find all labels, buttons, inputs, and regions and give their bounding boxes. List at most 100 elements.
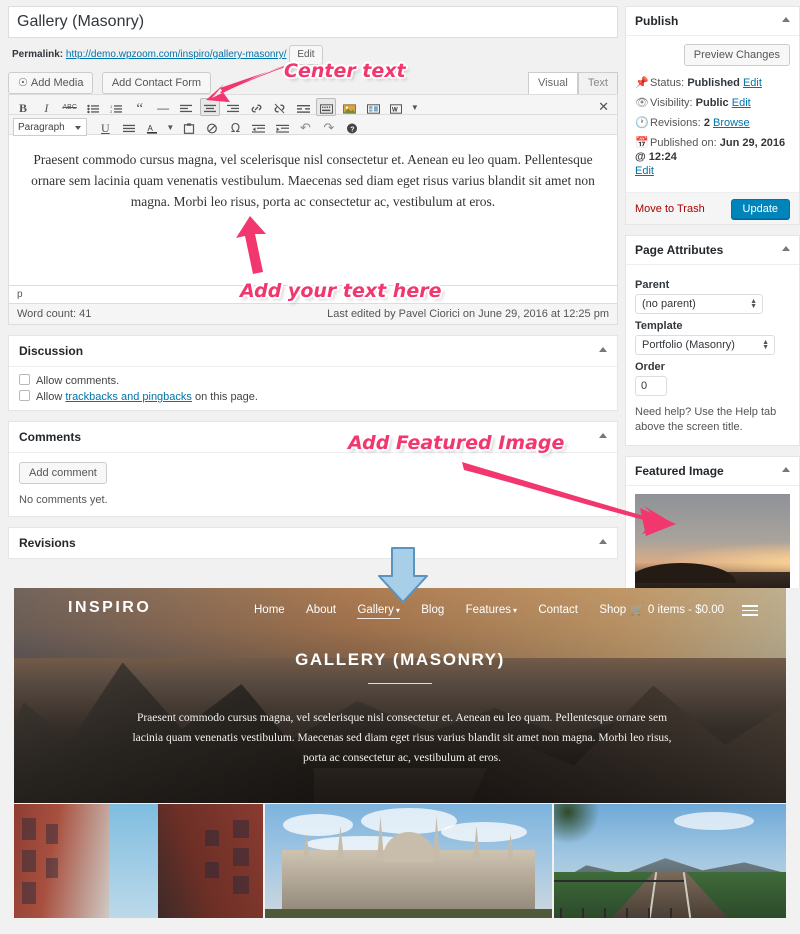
revisions-browse-link[interactable]: Browse xyxy=(713,117,750,129)
wpzoom-shortcode-icon[interactable]: W xyxy=(387,98,407,116)
revisions-title: Revisions xyxy=(19,536,76,550)
last-edited-info: Last edited by Pavel Ciorici on June 29,… xyxy=(327,308,609,320)
wordpress-admin-editor: Permalink: http://demo.wpzoom.com/inspir… xyxy=(0,0,800,613)
menu-item-about[interactable]: About xyxy=(306,604,336,616)
discussion-title: Discussion xyxy=(19,344,84,358)
trackbacks-pingbacks-link[interactable]: trackbacks and pingbacks xyxy=(65,391,192,403)
menu-item-features[interactable]: Features ▾ xyxy=(466,604,517,616)
editor-toolbar-row-2: Paragraph U A ▼ Ω ↶ ↷ ? xyxy=(9,115,617,136)
foliage xyxy=(554,804,600,844)
published-edit-link[interactable]: Edit xyxy=(635,165,654,177)
underline-icon[interactable]: U xyxy=(95,118,115,136)
increase-indent-icon[interactable] xyxy=(272,118,292,136)
page-title-input[interactable] xyxy=(8,6,618,38)
allow-trackbacks-checkbox[interactable] xyxy=(19,390,30,401)
text-color-icon[interactable]: A xyxy=(142,118,162,136)
gallery-image-urban-buildings[interactable] xyxy=(14,804,263,918)
chevron-up-icon[interactable] xyxy=(782,467,790,472)
site-logo[interactable]: INSPIRO xyxy=(68,599,151,617)
parent-select[interactable]: (no parent) ▲ ▼ xyxy=(635,294,763,314)
gallery-image-gothic-cathedral[interactable] xyxy=(265,804,552,918)
chevron-up-icon[interactable] xyxy=(599,347,607,352)
chevron-up-icon[interactable] xyxy=(599,433,607,438)
select-arrows-icon: ▲ ▼ xyxy=(762,339,769,351)
annotation-blue-down-arrow xyxy=(378,547,428,603)
discussion-panel-header[interactable]: Discussion xyxy=(9,336,617,367)
site-preview: INSPIRO Home About Gallery ▾ Blog Feature… xyxy=(0,588,800,934)
template-select[interactable]: Portfolio (Masonry) ▲ ▼ xyxy=(635,335,775,355)
menu-item-gallery[interactable]: Gallery ▾ xyxy=(357,604,400,619)
calendar-icon: 📅 xyxy=(635,137,649,149)
chevron-down-icon: ▾ xyxy=(395,606,400,615)
paste-as-text-icon[interactable] xyxy=(179,118,199,136)
paragraph-format-select[interactable]: Paragraph xyxy=(13,118,87,136)
gallery-image-railway-mountains[interactable] xyxy=(554,804,786,918)
tab-visual[interactable]: Visual xyxy=(528,72,578,94)
chevron-up-icon[interactable] xyxy=(782,246,790,251)
blockquote-icon[interactable]: “ xyxy=(130,98,150,117)
paragraph-format-label: Paragraph xyxy=(18,122,65,133)
order-input[interactable] xyxy=(635,376,667,396)
strikethrough-icon[interactable]: ABC xyxy=(60,98,80,116)
menu-label: Shop xyxy=(599,604,627,616)
bold-icon[interactable]: B xyxy=(13,98,33,116)
bulleted-list-icon[interactable] xyxy=(83,98,103,116)
preview-changes-button[interactable]: Preview Changes xyxy=(683,44,790,66)
page-attributes-panel: Page Attributes Parent (no parent) ▲ ▼ Te… xyxy=(625,235,800,446)
special-character-icon[interactable]: Ω xyxy=(225,118,245,136)
horizontal-rule-icon[interactable]: — xyxy=(153,98,173,116)
menu-label: Features xyxy=(465,604,511,616)
menu-label: Contact xyxy=(538,604,578,616)
masonry-gallery xyxy=(14,804,786,918)
update-button[interactable]: Update xyxy=(730,199,790,219)
annotation-add-featured-image: Add Featured Image xyxy=(348,432,565,454)
redo-icon[interactable]: ↷ xyxy=(319,118,339,136)
svg-text:A: A xyxy=(148,124,154,133)
undo-icon[interactable]: ↶ xyxy=(295,118,315,136)
parent-label: Parent xyxy=(635,279,670,291)
toggle-toolbar-icon[interactable] xyxy=(316,98,337,116)
discussion-panel: Discussion Allow comments. Allow trackba… xyxy=(8,335,618,411)
numbered-list-icon[interactable]: 12 xyxy=(106,98,126,116)
add-media-button[interactable]: ☉ Add Media xyxy=(8,72,94,94)
comments-title: Comments xyxy=(19,430,82,444)
allow-comments-checkbox[interactable] xyxy=(19,374,30,385)
chevron-down-icon[interactable]: ▼ xyxy=(165,123,175,132)
allow-trackbacks-row: Allow trackbacks and pingbacks on this p… xyxy=(19,390,607,403)
chevron-up-icon[interactable] xyxy=(599,539,607,544)
editor-mode-tabs: Visual Text xyxy=(528,72,618,94)
select-arrows-icon: ▲ ▼ xyxy=(750,298,757,310)
visibility-edit-link[interactable]: Edit xyxy=(732,97,751,109)
hamburger-menu-icon[interactable] xyxy=(742,602,758,619)
cart-widget[interactable]: 🛒 0 items - $0.00 xyxy=(630,602,724,616)
move-to-trash-link[interactable]: Move to Trash xyxy=(635,203,705,215)
tab-text[interactable]: Text xyxy=(577,72,618,94)
status-value: Published xyxy=(687,77,740,89)
add-contact-form-label: Add Contact Form xyxy=(111,77,202,89)
annotation-arrow-add-text xyxy=(236,216,266,274)
menu-item-home[interactable]: Home xyxy=(254,604,285,616)
add-comment-button[interactable]: Add comment xyxy=(19,462,107,484)
decrease-indent-icon[interactable] xyxy=(249,118,269,136)
slider-icon[interactable] xyxy=(340,98,360,116)
chevron-down-icon[interactable]: ▼ xyxy=(410,103,420,112)
menu-label: About xyxy=(306,604,337,616)
chevron-up-icon[interactable] xyxy=(782,17,790,22)
clear-formatting-icon[interactable] xyxy=(202,118,222,136)
justify-icon[interactable] xyxy=(119,118,139,136)
menu-item-shop[interactable]: Shop xyxy=(599,604,626,616)
page-attributes-header[interactable]: Page Attributes xyxy=(626,236,799,265)
status-edit-link[interactable]: Edit xyxy=(743,77,762,89)
camera-music-icon: ☉ xyxy=(18,77,28,89)
keyboard-shortcuts-icon[interactable]: ? xyxy=(342,118,362,136)
editor-paragraph: Praesent commodo cursus magna, vel scele… xyxy=(31,152,595,209)
svg-text:2: 2 xyxy=(110,109,113,114)
editor-content-area[interactable]: Praesent commodo cursus magna, vel scele… xyxy=(9,135,617,285)
fullscreen-toggle-icon[interactable]: ✕ xyxy=(598,99,609,115)
italic-icon[interactable]: I xyxy=(36,98,56,116)
svg-text:?: ? xyxy=(350,127,354,134)
publish-panel-header[interactable]: Publish xyxy=(626,7,799,36)
svg-text:W: W xyxy=(392,107,398,113)
menu-item-contact[interactable]: Contact xyxy=(538,604,578,616)
portfolio-icon[interactable] xyxy=(363,98,383,116)
